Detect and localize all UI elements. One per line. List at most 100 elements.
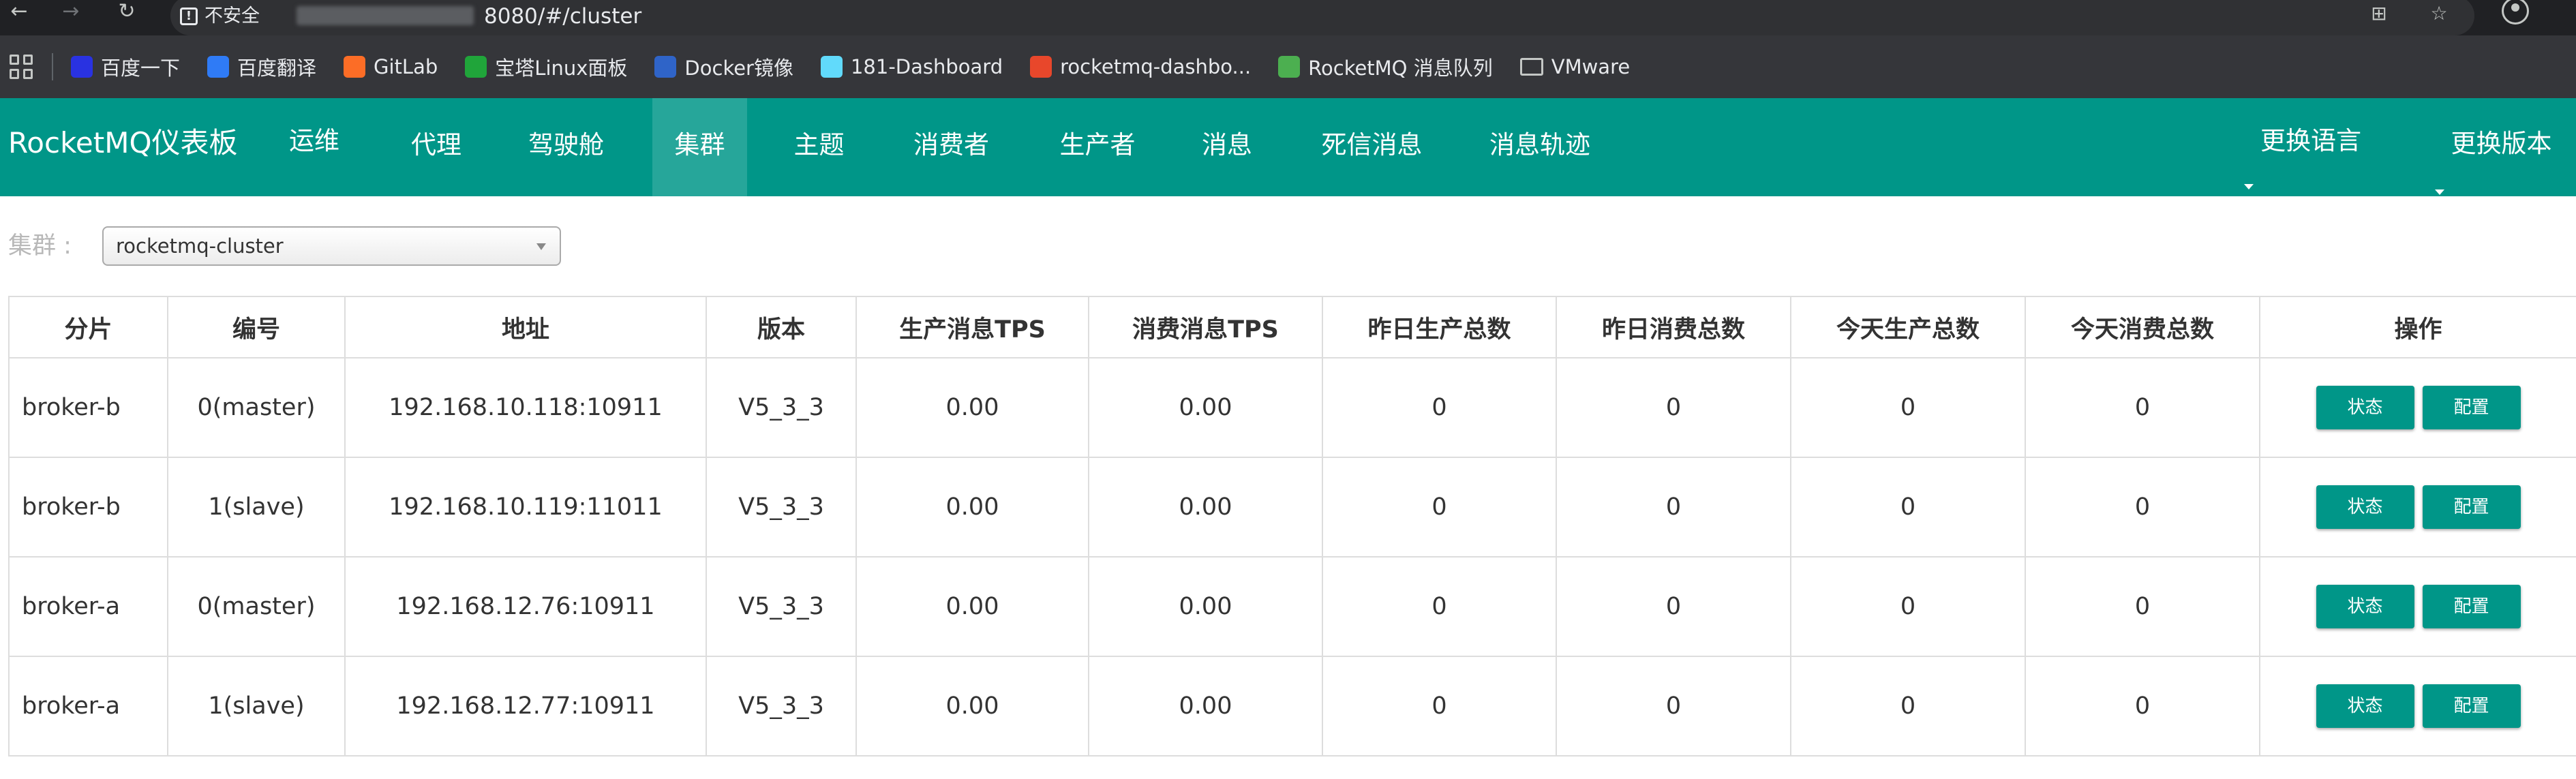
column-header: 今天消费总数	[2025, 296, 2260, 358]
config-button[interactable]: 配置	[2422, 485, 2521, 529]
column-header: 操作	[2259, 296, 2576, 358]
cell-today-produce: 0	[1790, 656, 2026, 757]
nav-item-0[interactable]: 运维	[267, 98, 361, 196]
cell-actions: 状态 配置	[2259, 656, 2576, 757]
cell-yesterday-consume: 0	[1556, 457, 1791, 557]
nav-item-label: 集群	[674, 130, 725, 159]
column-header: 分片	[8, 296, 168, 358]
config-button[interactable]: 配置	[2422, 684, 2521, 728]
table-header-row: 分片 编号 地址 版本 生产消息TPS 消费消息TPS 昨日生产总数 昨日消费总数 今天生产总数…	[8, 296, 2576, 358]
cell-consume-tps: 0.00	[1088, 556, 1323, 657]
bookmark-label: 181-Dashboard	[850, 55, 1003, 78]
column-header: 生产消息TPS	[855, 296, 1089, 358]
cell-consume-tps: 0.00	[1088, 457, 1323, 557]
cell-address: 192.168.10.119:11011	[344, 457, 707, 557]
nav-item-label: 代理	[411, 130, 461, 159]
cell-today-produce: 0	[1790, 556, 2026, 657]
nav-item-label: 驾驶舱	[528, 130, 604, 159]
cell-id: 1(slave)	[167, 656, 346, 757]
nav-item-label: 死信消息	[1321, 130, 1423, 159]
cell-produce-tps: 0.00	[855, 556, 1089, 657]
version-dropdown[interactable]: 更换版本	[2427, 98, 2576, 196]
nav-item-label: 消费者	[913, 130, 989, 159]
nav-item-label: 生产者	[1059, 130, 1136, 159]
cell-today-consume: 0	[2025, 656, 2260, 757]
nav-item-4[interactable]: 主题	[772, 98, 866, 196]
nav-item-3[interactable]: 集群	[652, 98, 747, 196]
browser-toolbar: ← → ↻ ! 不安全 8080/#/cluster ⊞ ☆	[0, 0, 2576, 35]
chevron-down-icon	[2435, 189, 2444, 195]
reload-icon[interactable]: ↻	[113, 0, 140, 27]
bookmark-label: 宝塔Linux面板	[495, 57, 628, 80]
bookmark-item[interactable]: 181-Dashboard	[820, 55, 1003, 78]
nav-item-8[interactable]: 死信消息	[1292, 98, 1452, 196]
bookmark-item[interactable]: Docker镜像	[654, 52, 793, 81]
bookmark-label: GitLab	[374, 55, 438, 78]
nav-item-label: 消息轨迹	[1489, 130, 1590, 159]
bookmark-item[interactable]: 宝塔Linux面板	[465, 52, 627, 81]
cell-actions: 状态 配置	[2259, 556, 2576, 657]
profile-icon[interactable]	[2502, 0, 2529, 25]
cluster-label: 集群 :	[8, 232, 72, 260]
url-text: 8080/#/cluster	[484, 4, 642, 29]
apps-grid-icon[interactable]	[10, 55, 34, 79]
status-button[interactable]: 状态	[2316, 485, 2414, 529]
config-button[interactable]: 配置	[2422, 585, 2521, 628]
bookmark-label: RocketMQ 消息队列	[1308, 57, 1493, 80]
cluster-select[interactable]: rocketmq-cluster	[102, 226, 561, 266]
security-label: 不安全	[204, 5, 260, 27]
chevron-down-icon	[2244, 184, 2254, 189]
nav-item-5[interactable]: 消费者	[883, 98, 1020, 196]
bookmark-item[interactable]: 百度翻译	[207, 52, 316, 81]
bookmark-item[interactable]: RocketMQ 消息队列	[1278, 52, 1493, 81]
bookmark-item[interactable]: VMware	[1519, 55, 1630, 78]
bookmark-item[interactable]: 百度一下	[71, 52, 180, 81]
cell-today-consume: 0	[2025, 556, 2260, 657]
brand-title[interactable]: RocketMQ仪表板	[8, 98, 238, 196]
nav-item-7[interactable]: 消息	[1181, 98, 1273, 196]
security-indicator[interactable]: ! 不安全	[180, 3, 260, 30]
star-icon[interactable]: ☆	[2425, 0, 2453, 27]
translate-icon[interactable]: ⊞	[2365, 0, 2393, 27]
config-button[interactable]: 配置	[2422, 386, 2521, 429]
back-icon[interactable]: ←	[5, 0, 33, 27]
table-body: broker-b 0(master) 192.168.10.118:10911 V5_…	[8, 357, 2576, 757]
nav-item-9[interactable]: 消息轨迹	[1463, 98, 1617, 196]
status-button[interactable]: 状态	[2316, 585, 2414, 628]
column-header: 编号	[167, 296, 346, 358]
bookmark-item[interactable]: GitLab	[344, 55, 438, 78]
cell-yesterday-produce: 0	[1322, 357, 1557, 458]
cell-produce-tps: 0.00	[855, 656, 1089, 757]
cell-address: 192.168.10.118:10911	[344, 357, 707, 458]
status-button[interactable]: 状态	[2316, 684, 2414, 728]
cell-today-consume: 0	[2025, 357, 2260, 458]
nav-item-2[interactable]: 驾驶舱	[496, 98, 636, 196]
rocketmq-icon	[1030, 56, 1052, 78]
forward-icon[interactable]: →	[57, 0, 85, 27]
app-navbar: RocketMQ仪表板 运维 代理 驾驶舱 集群 主题 消费者 生产者 消息 死信消息 消息轨迹 …	[0, 98, 2576, 196]
cell-consume-tps: 0.00	[1088, 656, 1323, 757]
language-label: 更换语言	[2260, 126, 2361, 155]
warning-icon: !	[180, 7, 198, 25]
cell-id: 0(master)	[167, 357, 346, 458]
table-row: broker-b 0(master) 192.168.10.118:10911 V5_…	[8, 357, 2576, 458]
status-button[interactable]: 状态	[2316, 386, 2414, 429]
column-header: 今天生产总数	[1790, 296, 2026, 358]
column-header: 消费消息TPS	[1088, 296, 1323, 358]
column-header: 版本	[706, 296, 857, 358]
table-row: broker-b 1(slave) 192.168.10.119:11011 V5_3…	[8, 457, 2576, 557]
cell-version: V5_3_3	[706, 656, 857, 757]
cell-id: 0(master)	[167, 556, 346, 657]
cell-actions: 状态 配置	[2259, 357, 2576, 458]
baidu-icon	[71, 56, 93, 78]
nav-item-6[interactable]: 生产者	[1030, 98, 1165, 196]
cell-yesterday-produce: 0	[1322, 656, 1557, 757]
nav-item-1[interactable]: 代理	[386, 98, 487, 196]
address-bar[interactable]: ! 不安全 8080/#/cluster ⊞ ☆	[170, 0, 2474, 35]
docker-icon	[654, 56, 677, 78]
language-dropdown[interactable]: 更换语言	[2236, 98, 2386, 196]
cluster-selected-value: rocketmq-cluster	[116, 234, 284, 258]
cell-today-produce: 0	[1790, 357, 2026, 458]
bookmark-item[interactable]: rocketmq-dashbo...	[1030, 55, 1251, 78]
cell-version: V5_3_3	[706, 556, 857, 657]
